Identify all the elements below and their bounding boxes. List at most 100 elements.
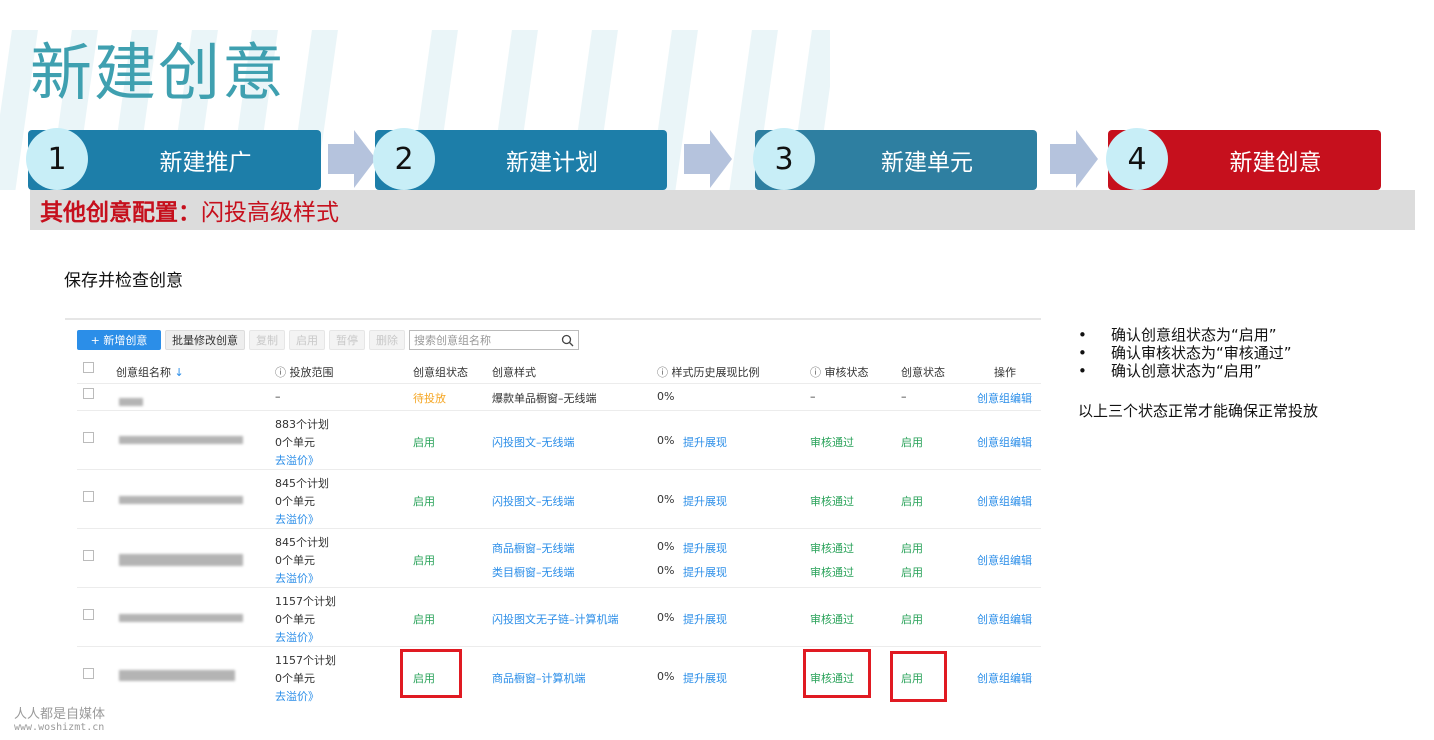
select-all-checkbox[interactable]: [83, 362, 94, 373]
search-input[interactable]: 搜索创意组名称: [409, 330, 579, 350]
premium-link[interactable]: 去溢价》: [275, 452, 319, 468]
row-checkbox[interactable]: [83, 609, 94, 620]
highlight-creative-status: [890, 651, 947, 702]
step-4-label: 新建创意: [1229, 150, 1322, 176]
audit-cell: 审核通过: [810, 566, 854, 579]
edit-group-link[interactable]: 创意组编辑: [977, 493, 1032, 509]
creative-status-cell: 启用: [901, 542, 923, 555]
premium-link[interactable]: 去溢价》: [275, 570, 319, 586]
row-checkbox[interactable]: [83, 491, 94, 502]
pause-button[interactable]: 暂停: [329, 330, 365, 350]
premium-link[interactable]: 去溢价》: [275, 629, 319, 645]
style-link[interactable]: 商品橱窗–计算机端: [492, 670, 586, 686]
step-3-label: 新建单元: [881, 150, 973, 176]
group-status-cell: 启用: [413, 554, 435, 567]
creative-status-cell: 启用: [901, 566, 923, 579]
range-plans: 1157个计划: [275, 654, 336, 667]
row-checkbox[interactable]: [83, 388, 94, 399]
range-plans: 845个计划: [275, 477, 329, 490]
range-units: 0个单元: [275, 613, 315, 626]
check-notes: 确认创意组状态为“启用” 确认审核状态为“审核通过” 确认创意状态为“启用”: [1078, 326, 1292, 380]
premium-link[interactable]: 去溢价》: [275, 688, 319, 704]
style-link[interactable]: 类目橱窗–无线端: [492, 564, 575, 580]
ratio-cell: 0%: [657, 611, 675, 624]
highlight-group-status: [400, 649, 462, 698]
style-link[interactable]: 闪投图文–无线端: [492, 493, 575, 509]
ratio-cell: 0%: [657, 493, 675, 506]
audit-cell: –: [810, 390, 816, 403]
step-4: 4 新建创意: [1106, 128, 1381, 190]
row-checkbox[interactable]: [83, 668, 94, 679]
highlight-audit-status: [803, 649, 871, 698]
header-range: ⓘ 投放范围: [275, 366, 334, 379]
range-plans: 845个计划: [275, 536, 329, 549]
copy-button[interactable]: 复制: [249, 330, 285, 350]
creative-status-cell: 启用: [901, 613, 923, 626]
blurred-name: [119, 670, 235, 681]
range-cell: –: [275, 390, 281, 403]
enable-button[interactable]: 启用: [289, 330, 325, 350]
group-status-cell: 启用: [413, 613, 435, 626]
header-op: 操作: [994, 366, 1016, 379]
range-units: 0个单元: [275, 672, 315, 685]
conclusion-text: 以上三个状态正常才能确保正常投放: [1078, 402, 1319, 420]
table-toolbar: + 新增创意 批量修改创意 复制 启用 暂停 删除 搜索创意组名称: [77, 330, 579, 350]
ratio-cell: 0%: [657, 564, 675, 577]
header-audit: ⓘ 审核状态: [810, 366, 869, 379]
style-link[interactable]: 闪投图文无子链–计算机端: [492, 611, 619, 627]
search-placeholder: 搜索创意组名称: [414, 334, 491, 347]
row-checkbox[interactable]: [83, 432, 94, 443]
help-icon[interactable]: ⓘ: [275, 366, 286, 379]
header-style: 创意样式: [492, 366, 536, 379]
range-units: 0个单元: [275, 436, 315, 449]
style-link[interactable]: 闪投图文–无线端: [492, 434, 575, 450]
subtitle-rest: 闪投高级样式: [201, 200, 339, 226]
edit-group-link[interactable]: 创意组编辑: [977, 390, 1032, 406]
edit-group-link[interactable]: 创意组编辑: [977, 434, 1032, 450]
edit-group-link[interactable]: 创意组编辑: [977, 552, 1032, 568]
audit-cell: 审核通过: [810, 495, 854, 508]
range-units: 0个单元: [275, 495, 315, 508]
page-title: 新建创意: [30, 36, 287, 109]
search-icon[interactable]: [561, 334, 574, 347]
premium-link[interactable]: 去溢价》: [275, 511, 319, 527]
help-icon[interactable]: ⓘ: [657, 366, 668, 379]
boost-link[interactable]: 提升展现: [683, 434, 727, 450]
boost-link[interactable]: 提升展现: [683, 670, 727, 686]
arrow-right-icon: [328, 130, 376, 188]
boost-link[interactable]: 提升展现: [683, 493, 727, 509]
blurred-name: [119, 614, 243, 622]
note-item: 确认创意组状态为“启用”: [1078, 326, 1292, 344]
style-cell: 爆款单品橱窗–无线端: [492, 392, 597, 405]
help-icon[interactable]: ⓘ: [810, 366, 821, 379]
boost-link[interactable]: 提升展现: [683, 540, 727, 556]
edit-group-link[interactable]: 创意组编辑: [977, 611, 1032, 627]
batch-edit-button[interactable]: 批量修改创意: [165, 330, 245, 350]
watermark-text: 人人都是自媒体: [14, 707, 106, 722]
range-plans: 883个计划: [275, 418, 329, 431]
creative-table-panel: + 新增创意 批量修改创意 复制 启用 暂停 删除 搜索创意组名称 创意组名称 …: [65, 318, 1041, 708]
header-name[interactable]: 创意组名称 ↓: [116, 364, 184, 380]
row-checkbox[interactable]: [83, 550, 94, 561]
boost-link[interactable]: 提升展现: [683, 564, 727, 580]
new-creative-button[interactable]: + 新增创意: [77, 330, 161, 350]
delete-button[interactable]: 删除: [369, 330, 405, 350]
style-link[interactable]: 商品橱窗–无线端: [492, 540, 575, 556]
audit-cell: 审核通过: [810, 542, 854, 555]
ratio-cell: 0%: [657, 540, 675, 553]
header-creative-status: 创意状态: [901, 366, 945, 379]
range-units: 0个单元: [275, 554, 315, 567]
creative-status-cell: –: [901, 390, 907, 403]
subtitle-bold: 其他创意配置：: [40, 200, 201, 226]
step-1-number: 1: [26, 128, 88, 190]
group-status-cell: 启用: [413, 495, 435, 508]
sort-arrow-icon[interactable]: ↓: [171, 366, 183, 379]
ratio-cell: 0%: [657, 670, 675, 683]
boost-link[interactable]: 提升展现: [683, 611, 727, 627]
creative-status-cell: 启用: [901, 495, 923, 508]
ratio-cell: 0%: [657, 434, 675, 447]
note-item: 确认创意状态为“启用”: [1078, 362, 1292, 380]
blurred-name: [119, 436, 243, 444]
note-item: 确认审核状态为“审核通过”: [1078, 344, 1292, 362]
edit-group-link[interactable]: 创意组编辑: [977, 670, 1032, 686]
